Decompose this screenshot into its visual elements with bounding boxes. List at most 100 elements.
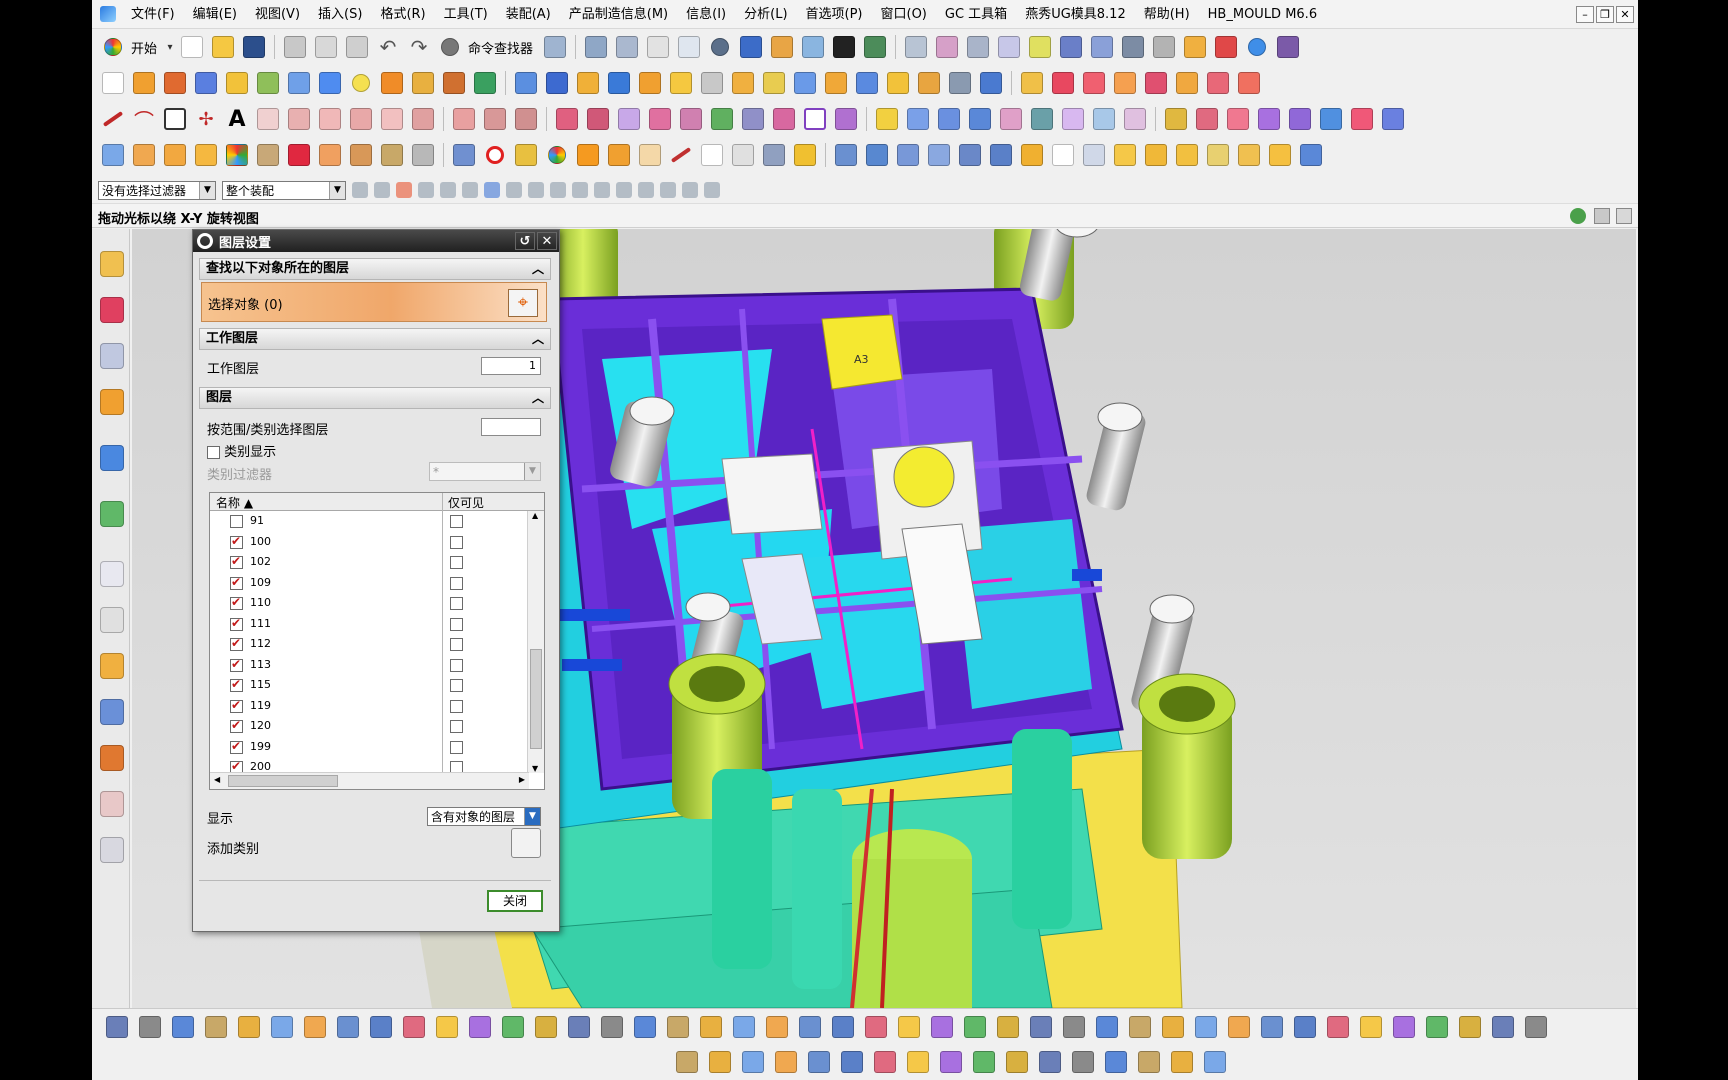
edge-blend-icon[interactable] — [511, 68, 541, 98]
curve-rule-icon[interactable] — [418, 182, 434, 198]
menu-yanxiu-mold[interactable]: 燕秀UG模具8.12 — [1016, 0, 1135, 29]
sketch-icon[interactable] — [98, 68, 128, 98]
spline-icon[interactable] — [511, 104, 541, 134]
tool-icon[interactable] — [672, 1047, 702, 1077]
tool-icon[interactable] — [1290, 1012, 1320, 1042]
extrude-icon[interactable] — [129, 68, 159, 98]
workpiece-icon[interactable] — [160, 140, 190, 170]
status-refresh-icon[interactable] — [1570, 208, 1586, 224]
layer-visibility-checkbox[interactable] — [230, 616, 243, 631]
tool-icon[interactable] — [927, 1012, 957, 1042]
note-icon[interactable] — [614, 104, 644, 134]
category-display-row[interactable]: 类别显示 — [207, 441, 276, 460]
tool-icon[interactable] — [564, 1012, 594, 1042]
tool-icon[interactable] — [300, 1012, 330, 1042]
delete-face-icon[interactable] — [1079, 68, 1109, 98]
patch-icon[interactable] — [852, 68, 882, 98]
visible-only-checkbox[interactable] — [450, 535, 463, 549]
layer-table[interactable]: 名称 ▲ 仅可见 91 100 102 109 110 111 112 113 115 119 12… — [209, 492, 545, 790]
menu-assembly[interactable]: 装配(A) — [497, 0, 560, 29]
tool-icon[interactable] — [894, 1012, 924, 1042]
view-orient-icon[interactable] — [736, 32, 766, 62]
gdt-icon[interactable] — [676, 104, 706, 134]
tool-icon[interactable] — [762, 1012, 792, 1042]
tool-icon[interactable] — [1323, 1012, 1353, 1042]
menu-preferences[interactable]: 首选项(P) — [797, 0, 872, 29]
spline-tool-icon[interactable] — [666, 140, 696, 170]
axis-icon[interactable] — [759, 140, 789, 170]
yx-slot-icon[interactable] — [1110, 140, 1140, 170]
tool-icon[interactable] — [1125, 1012, 1155, 1042]
ejector-icon[interactable] — [1378, 104, 1408, 134]
replace-face-icon[interactable] — [1048, 68, 1078, 98]
text-icon[interactable]: A — [222, 104, 252, 134]
find-section-header[interactable]: 查找以下对象所在的图层 ︿ — [199, 258, 551, 280]
play-icon[interactable] — [1056, 32, 1086, 62]
tool-icon[interactable] — [1026, 1012, 1056, 1042]
layer-visibility-checkbox[interactable] — [230, 739, 243, 754]
tool-icon[interactable] — [837, 1047, 867, 1077]
tool-icon[interactable] — [663, 1012, 693, 1042]
menu-info[interactable]: 信息(I) — [677, 0, 735, 29]
yx-sprue-icon[interactable] — [986, 140, 1016, 170]
layer-visibility-checkbox[interactable] — [230, 534, 243, 549]
web-browser-icon[interactable] — [100, 445, 124, 471]
move-face-icon[interactable] — [1110, 68, 1140, 98]
tool-icon[interactable] — [696, 1012, 726, 1042]
tool-icon[interactable] — [729, 1012, 759, 1042]
ejector-pin-icon[interactable] — [315, 140, 345, 170]
menu-window[interactable]: 窗口(O) — [872, 0, 936, 29]
yx-corner-icon[interactable] — [955, 140, 985, 170]
tube-icon[interactable] — [284, 68, 314, 98]
layer-visibility-checkbox[interactable] — [230, 575, 243, 590]
sphere-icon[interactable] — [346, 68, 376, 98]
save-icon[interactable] — [239, 32, 269, 62]
zoom-window-icon[interactable] — [674, 32, 704, 62]
offset-region-icon[interactable] — [1203, 68, 1233, 98]
n-sided-icon[interactable] — [1120, 104, 1150, 134]
yx-screw-icon[interactable] — [862, 140, 892, 170]
runner-icon[interactable] — [346, 140, 376, 170]
menu-gc-toolkit[interactable]: GC 工具箱 — [936, 0, 1016, 29]
layer-visibility-checkbox[interactable] — [230, 698, 243, 713]
layer-row[interactable]: 100 — [210, 532, 528, 553]
rectangle-icon[interactable] — [160, 104, 190, 134]
dialog-title-bar[interactable]: 图层设置 ↺ ✕ — [193, 230, 559, 252]
layer-visibility-checkbox[interactable] — [230, 515, 243, 528]
layer-visibility-checkbox[interactable] — [230, 554, 243, 569]
menu-help[interactable]: 帮助(H) — [1135, 0, 1199, 29]
layer-row[interactable]: 120 — [210, 716, 528, 737]
trim-icon[interactable] — [1149, 32, 1179, 62]
work-layer-section-header[interactable]: 工作图层 ︿ — [199, 328, 551, 350]
yx-grid-icon[interactable] — [1079, 140, 1109, 170]
menu-hb-mould[interactable]: HB_MOULD M6.6 — [1199, 0, 1326, 29]
add-point-icon[interactable] — [511, 140, 541, 170]
report-icon[interactable] — [1211, 32, 1241, 62]
tool-icon[interactable] — [1035, 1047, 1065, 1077]
tool-icon[interactable] — [531, 1012, 561, 1042]
palette-icon[interactable] — [542, 140, 572, 170]
system-materials-icon[interactable] — [100, 607, 124, 633]
assembly-navigator-icon[interactable] — [100, 251, 124, 277]
mold-init-icon[interactable] — [98, 140, 128, 170]
arc-icon[interactable]: ⌒ — [129, 104, 159, 134]
tool-icon[interactable] — [1488, 1012, 1518, 1042]
yx-plate-icon[interactable] — [831, 140, 861, 170]
polygon-icon[interactable] — [253, 104, 283, 134]
tool-icon[interactable] — [1002, 1047, 1032, 1077]
restore-button[interactable]: ❐ — [1596, 6, 1614, 23]
pull-face-icon[interactable] — [1141, 68, 1171, 98]
close-icon[interactable]: ✕ — [537, 232, 557, 250]
reuse-library-icon[interactable] — [100, 389, 124, 415]
crosshair-icon[interactable]: ⌖ — [508, 289, 538, 317]
tool-icon[interactable] — [771, 1047, 801, 1077]
frame-icon[interactable] — [769, 104, 799, 134]
bounded-grid-icon[interactable] — [704, 182, 720, 198]
wcs-icon[interactable] — [1180, 32, 1210, 62]
offset-curve-icon[interactable] — [284, 104, 314, 134]
hole-icon[interactable] — [315, 68, 345, 98]
law-extension-icon[interactable] — [1058, 104, 1088, 134]
layer-visibility-checkbox[interactable] — [230, 677, 243, 692]
tool-icon[interactable] — [102, 1012, 132, 1042]
menu-view[interactable]: 视图(V) — [246, 0, 309, 29]
